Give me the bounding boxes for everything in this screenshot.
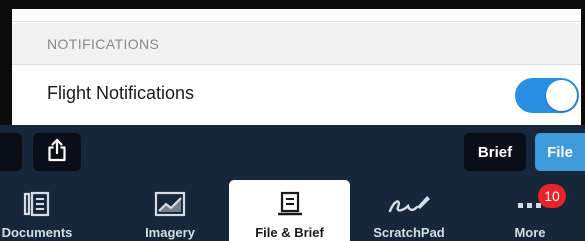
documents-icon — [23, 191, 51, 217]
notification-badge: 10 — [538, 184, 566, 208]
tab-imagery[interactable]: Imagery — [118, 180, 222, 241]
tab-label: Imagery — [145, 225, 195, 240]
tab-label: More — [514, 225, 546, 240]
device-bezel-right — [581, 0, 585, 125]
imagery-icon — [154, 191, 186, 217]
section-header-notifications: NOTIFICATIONS — [12, 23, 581, 65]
flight-notifications-toggle[interactable] — [515, 78, 579, 113]
settings-panel: NOTIFICATIONS Flight Notifications — [12, 9, 581, 125]
toolbar: Brief File — [0, 125, 585, 180]
device-bezel-top — [0, 0, 585, 9]
previous-settings-row — [12, 9, 581, 22]
tab-label: Documents — [1, 225, 73, 240]
toolbar-left-button[interactable] — [0, 133, 22, 171]
file-button[interactable]: File — [535, 133, 585, 171]
tab-label: File & Brief — [255, 225, 324, 240]
tab-label: ScratchPad — [373, 225, 445, 240]
flight-notifications-label: Flight Notifications — [47, 83, 195, 103]
tab-bar: Documents Imagery File & Brief ScratchPa… — [0, 180, 585, 241]
file-brief-icon — [276, 191, 304, 217]
tab-file-brief[interactable]: File & Brief — [229, 180, 350, 241]
scratchpad-icon — [387, 191, 431, 217]
setting-row-flight-notifications: Flight Notifications — [12, 66, 581, 125]
device-bezel-left — [0, 0, 12, 125]
toggle-knob — [546, 80, 577, 111]
tab-documents[interactable]: Documents — [0, 180, 102, 241]
share-button[interactable] — [33, 133, 81, 171]
brief-button[interactable]: Brief — [464, 133, 526, 171]
tab-more[interactable]: More 10 — [478, 180, 582, 241]
share-icon — [46, 138, 68, 167]
section-title: NOTIFICATIONS — [47, 36, 160, 52]
tab-scratchpad[interactable]: ScratchPad — [357, 180, 461, 241]
